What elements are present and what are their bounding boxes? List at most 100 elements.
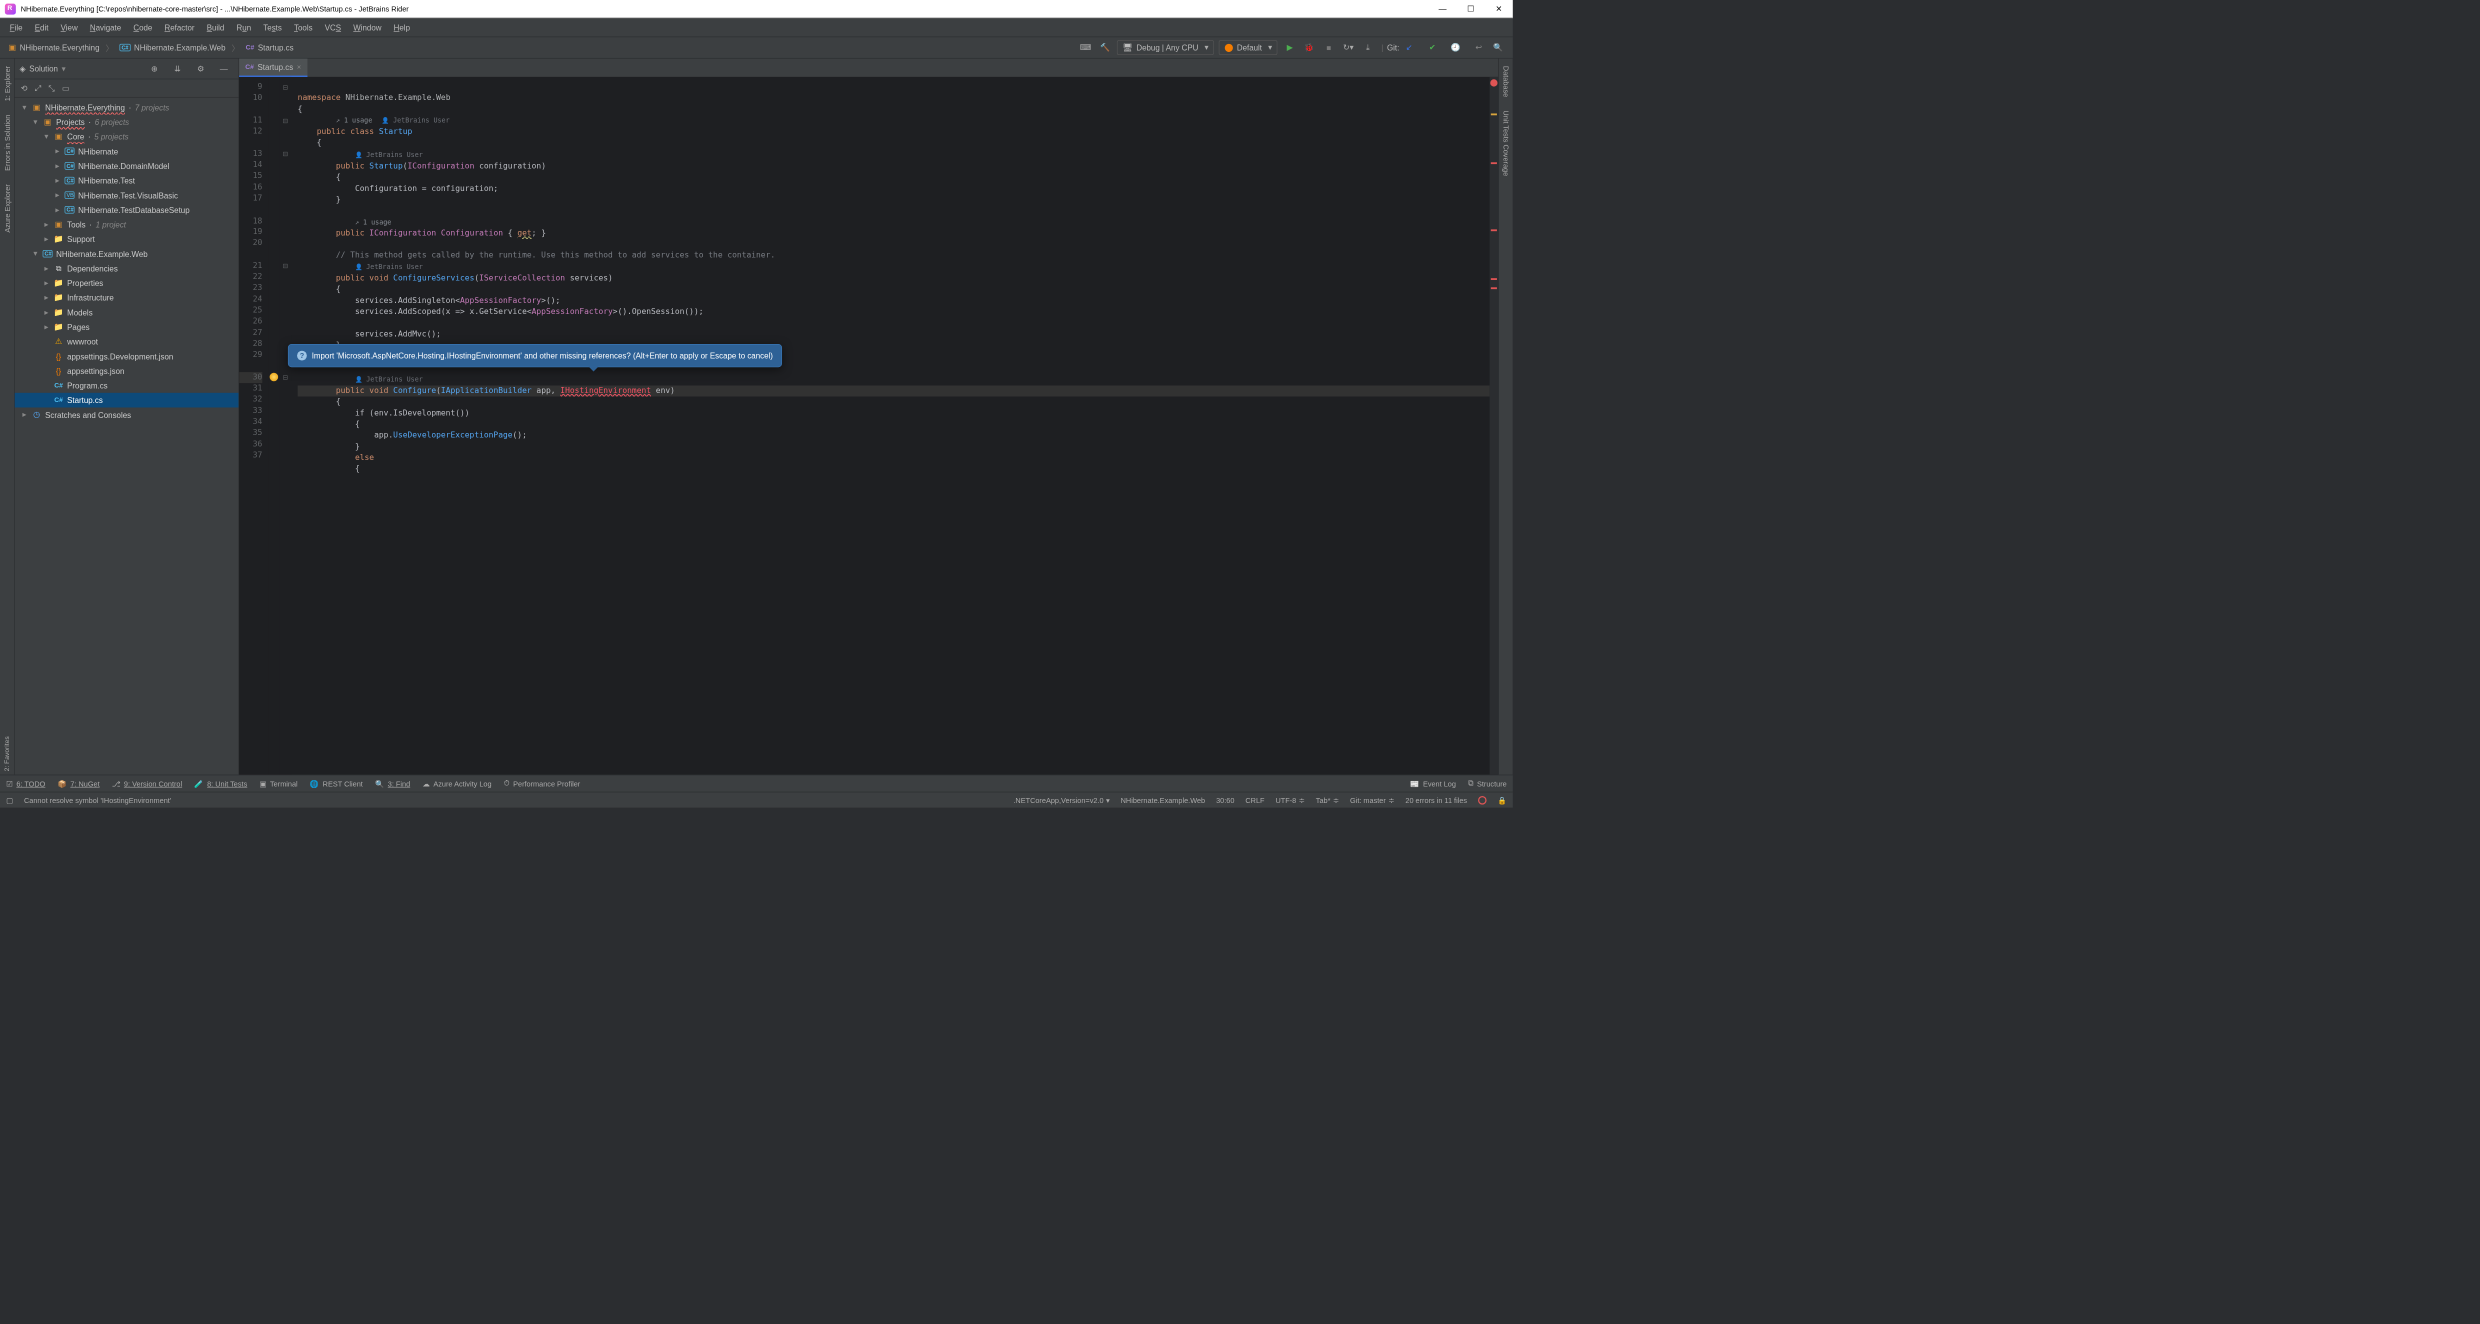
warning-marker[interactable] xyxy=(1491,113,1497,115)
menu-tests[interactable]: Tests xyxy=(258,20,286,34)
tree-properties[interactable]: ▸📁Properties xyxy=(15,276,239,291)
breakpoint-gutter[interactable] xyxy=(268,77,279,775)
maximize-button[interactable]: ☐ xyxy=(1457,0,1485,18)
bottom-azure[interactable]: ☁ Azure Activity Log xyxy=(422,779,491,788)
run-anything-button[interactable]: ⌨ xyxy=(1077,39,1094,56)
status-tool-windows-icon[interactable]: ▢ xyxy=(6,796,13,805)
status-git-branch[interactable]: Git: master ≑ xyxy=(1350,796,1394,805)
bottom-rest[interactable]: 🌐 REST Client xyxy=(310,779,363,788)
error-stripe[interactable] xyxy=(1490,77,1499,775)
tree-project-domainmodel[interactable]: ▸C#NHibernate.DomainModel xyxy=(15,159,239,174)
breadcrumb-solution[interactable]: ▣ NHibernate.Everything xyxy=(5,41,103,53)
left-tab-azure[interactable]: Azure Explorer xyxy=(2,181,13,237)
analysis-status-icon[interactable] xyxy=(1490,79,1497,86)
tree-infrastructure[interactable]: ▸📁Infrastructure xyxy=(15,290,239,305)
bottom-terminal[interactable]: ▣ Terminal xyxy=(259,779,297,788)
tree-project-dbsetup[interactable]: ▸C#NHibernate.TestDatabaseSetup xyxy=(15,203,239,218)
status-lock-icon[interactable]: 🔒 xyxy=(1498,796,1507,805)
configuration-dropdown[interactable]: 🖥 Debug | Any CPU xyxy=(1117,40,1214,55)
collapse-all-button[interactable]: ⇊ xyxy=(169,60,186,77)
status-errors[interactable]: 20 errors in 11 files xyxy=(1405,796,1467,805)
tree-appsettings-dev[interactable]: {}appsettings.Development.json xyxy=(15,349,239,364)
collapse-button[interactable]: ⤡ xyxy=(48,83,54,93)
build-button[interactable]: 🔨 xyxy=(1096,39,1113,56)
settings-button[interactable]: ⚙ xyxy=(192,60,209,77)
git-update-button[interactable]: ↙ xyxy=(1401,39,1418,56)
search-everywhere-button[interactable]: 🔍 xyxy=(1490,39,1507,56)
menu-help[interactable]: Help xyxy=(389,20,415,34)
menu-file[interactable]: File xyxy=(5,20,28,34)
tree-tools-folder[interactable]: ▸▣Tools · 1 project xyxy=(15,217,239,232)
menu-build[interactable]: Build xyxy=(202,20,229,34)
bottom-profiler[interactable]: ⏱ Performance Profiler xyxy=(504,779,581,788)
left-tab-favorites[interactable]: 2: Favorites xyxy=(2,732,12,774)
status-context[interactable]: NHibernate.Example.Web xyxy=(1121,796,1205,805)
minimize-button[interactable]: — xyxy=(1429,0,1457,18)
menu-vcs[interactable]: VCS xyxy=(320,20,346,34)
menu-window[interactable]: Window xyxy=(348,20,386,34)
expand-button[interactable]: ⤢ xyxy=(35,83,41,93)
tree-program-cs[interactable]: C#Program.cs xyxy=(15,378,239,393)
tree-project-exampleweb[interactable]: ▾C#NHibernate.Example.Web xyxy=(15,246,239,261)
tree-wwwroot[interactable]: ⚠wwwroot xyxy=(15,334,239,349)
tree-project-vb[interactable]: ▸VBNHibernate.Test.VisualBasic xyxy=(15,188,239,203)
hide-panel-button[interactable]: — xyxy=(215,60,232,77)
launch-config-dropdown[interactable]: ⬤ Default xyxy=(1219,40,1278,55)
debug-button[interactable]: 🐞 xyxy=(1301,39,1318,56)
menu-view[interactable]: View xyxy=(56,20,83,34)
bottom-eventlog[interactable]: 📰 Event Log xyxy=(1410,779,1456,788)
breadcrumb-project[interactable]: C# NHibernate.Example.Web xyxy=(116,42,229,54)
code-editor[interactable]: namespace NHibernate.Example.Web { 1 usa… xyxy=(292,77,1490,775)
status-encoding[interactable]: UTF-8 ≑ xyxy=(1276,796,1305,805)
status-caret-position[interactable]: 30:60 xyxy=(1216,796,1234,805)
git-commit-button[interactable]: ✔ xyxy=(1424,39,1441,56)
stop-button[interactable]: ■ xyxy=(1320,39,1337,56)
tree-pages[interactable]: ▸📁Pages xyxy=(15,320,239,335)
bottom-structure[interactable]: ⧉ Structure xyxy=(1468,779,1507,788)
status-target-framework[interactable]: .NETCoreApp,Version=v2.0 ▾ xyxy=(1013,796,1109,805)
right-tab-database[interactable]: Database xyxy=(1500,62,1511,101)
attach-button[interactable]: ⤓ xyxy=(1359,39,1376,56)
tree-models[interactable]: ▸📁Models xyxy=(15,305,239,320)
status-indent[interactable]: Tab* ≑ xyxy=(1316,796,1339,805)
left-tab-explorer[interactable]: 1: Explorer xyxy=(2,62,13,105)
tree-scratches[interactable]: ▸◷Scratches and Consoles xyxy=(15,407,239,422)
close-button[interactable]: ✕ xyxy=(1485,0,1513,18)
editor-tab-startup[interactable]: C# Startup.cs × xyxy=(239,59,307,77)
menu-tools[interactable]: Tools xyxy=(289,20,317,34)
error-marker[interactable] xyxy=(1491,162,1497,164)
preview-button[interactable]: ▭ xyxy=(62,83,70,93)
sync-button[interactable]: ⟲ xyxy=(21,83,28,93)
error-marker[interactable] xyxy=(1491,229,1497,231)
menu-edit[interactable]: Edit xyxy=(30,20,53,34)
fold-gutter[interactable]: ⊟⊟⊟⊟⊟ xyxy=(279,77,291,775)
bottom-find[interactable]: 🔍 3: Find xyxy=(375,779,410,788)
locate-button[interactable]: ⊕ xyxy=(146,60,163,77)
menu-code[interactable]: Code xyxy=(128,20,157,34)
tree-project-nhibernate[interactable]: ▸C#NHibernate xyxy=(15,144,239,159)
git-revert-button[interactable]: ↩ xyxy=(1470,39,1487,56)
tree-appsettings[interactable]: {}appsettings.json xyxy=(15,364,239,379)
menu-refactor[interactable]: Refactor xyxy=(160,20,200,34)
bottom-vcs[interactable]: ⎇ 9: Version Control xyxy=(112,779,182,788)
menu-navigate[interactable]: Navigate xyxy=(85,20,126,34)
tree-projects-folder[interactable]: ▾▣Projects · 6 projects xyxy=(15,115,239,130)
run-button[interactable]: ▶ xyxy=(1281,39,1298,56)
close-tab-icon[interactable]: × xyxy=(297,63,301,72)
status-line-ending[interactable]: CRLF xyxy=(1245,796,1264,805)
right-tab-unit-tests-coverage[interactable]: Unit Tests Coverage xyxy=(1500,107,1511,180)
menu-run[interactable]: Run xyxy=(232,20,256,34)
editor-body[interactable]: 910 1112 1314151617 181920 2122232425262… xyxy=(239,77,1498,775)
tree-dependencies[interactable]: ▸⧉Dependencies xyxy=(15,261,239,276)
tree-support-folder[interactable]: ▸📁Support xyxy=(15,232,239,247)
solution-tree[interactable]: ▾▣NHibernate.Everything · 7 projects ▾▣P… xyxy=(15,98,239,775)
bulb-icon[interactable] xyxy=(270,373,279,382)
bottom-todo[interactable]: ☑ 6: TODO xyxy=(6,779,45,788)
more-run-button[interactable]: ↻▾ xyxy=(1340,39,1357,56)
left-tab-errors[interactable]: Errors in Solution xyxy=(2,111,13,174)
tree-solution-root[interactable]: ▾▣NHibernate.Everything · 7 projects xyxy=(15,100,239,115)
status-analysis-icon[interactable] xyxy=(1478,796,1487,805)
bottom-nuget[interactable]: 📦 7: NuGet xyxy=(58,779,100,788)
tree-core-folder[interactable]: ▾▣Core · 5 projects xyxy=(15,129,239,144)
solution-view-selector[interactable]: ◈ Solution ▾ xyxy=(20,64,66,74)
